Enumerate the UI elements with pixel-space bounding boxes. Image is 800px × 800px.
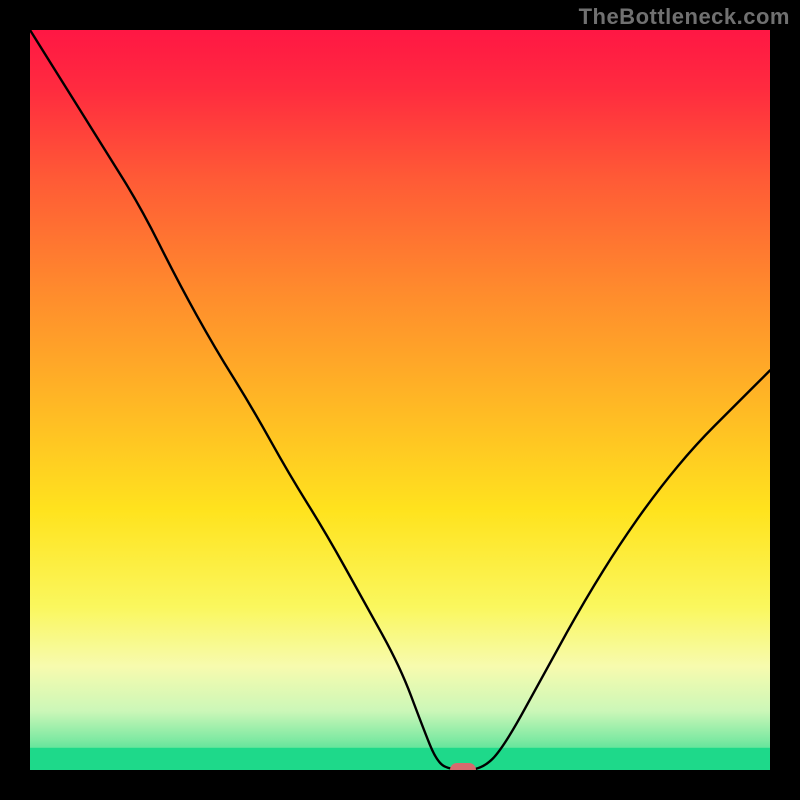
- chart-frame: TheBottleneck.com: [0, 0, 800, 800]
- plot-area: [30, 30, 770, 770]
- gradient-background: [30, 30, 770, 770]
- plot-svg: [30, 30, 770, 770]
- optimal-marker: [450, 763, 476, 770]
- watermark-text: TheBottleneck.com: [579, 4, 790, 30]
- green-band: [30, 748, 770, 770]
